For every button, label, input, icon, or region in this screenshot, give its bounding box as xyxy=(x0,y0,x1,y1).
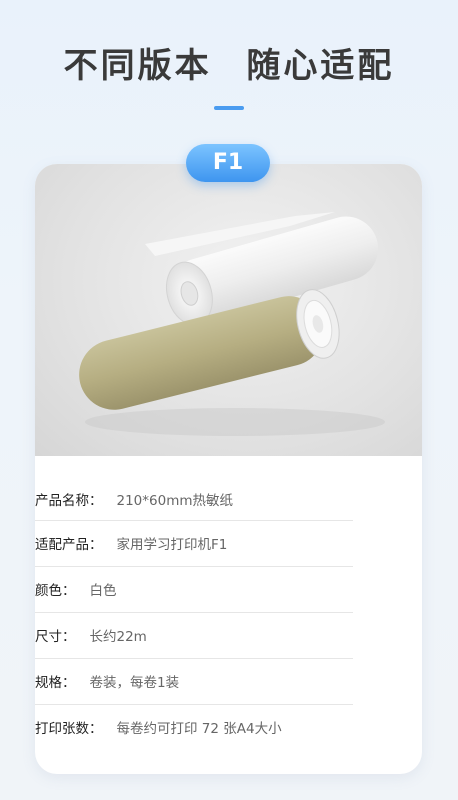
version-badge: F1 xyxy=(186,144,270,182)
spec-value: 每卷约可打印 72 张A4大小 xyxy=(116,721,282,737)
spec-label: 打印张数： xyxy=(35,721,103,737)
spec-value: 卷装，每卷1装 xyxy=(89,675,180,691)
product-photo xyxy=(35,164,422,456)
spec-divider xyxy=(35,520,353,521)
spec-divider xyxy=(35,704,353,705)
spec-row-spec: 规格： 卷装，每卷1装 xyxy=(35,660,353,706)
title-underline xyxy=(214,106,244,110)
spec-value: 长约22m xyxy=(89,629,147,645)
spec-label: 产品名称： xyxy=(35,493,103,509)
spec-divider xyxy=(35,658,353,659)
spec-row-size: 尺寸： 长约22m xyxy=(35,614,353,660)
spec-label: 适配产品： xyxy=(35,537,103,553)
page-title: 不同版本 随心适配 xyxy=(63,46,395,86)
spec-row-color: 颜色： 白色 xyxy=(35,568,353,614)
spec-divider xyxy=(35,566,353,567)
paper-roll-image xyxy=(79,212,385,436)
spec-row-product-name: 产品名称： 210*60mm热敏纸 xyxy=(35,478,353,524)
spec-row-print-count: 打印张数： 每卷约可打印 72 张A4大小 xyxy=(35,706,353,752)
spec-label: 规格： xyxy=(35,675,76,691)
spec-value: 210*60mm热敏纸 xyxy=(116,493,234,509)
spec-value: 家用学习打印机F1 xyxy=(116,537,228,553)
spec-label: 尺寸： xyxy=(35,629,76,645)
spec-divider xyxy=(35,612,353,613)
spec-label: 颜色： xyxy=(35,583,76,599)
spec-value: 白色 xyxy=(89,583,117,599)
spec-row-compatible: 适配产品： 家用学习打印机F1 xyxy=(35,522,353,568)
